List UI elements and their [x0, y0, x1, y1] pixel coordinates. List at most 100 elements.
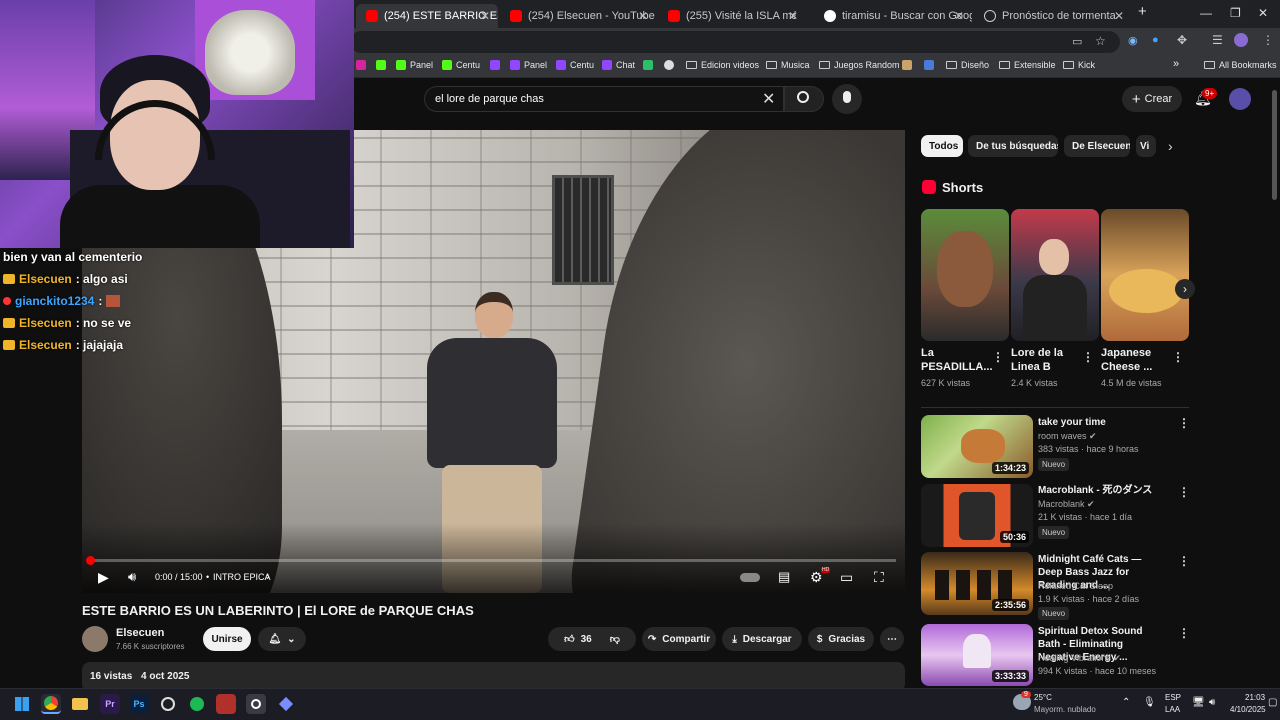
- close-icon[interactable]: ✕: [1114, 9, 1124, 23]
- chip-from-searches[interactable]: De tus búsquedas: [968, 135, 1058, 157]
- channel-name[interactable]: Macroblank ✔: [1038, 499, 1095, 510]
- autoplay-toggle[interactable]: [740, 573, 760, 582]
- chip-more[interactable]: Vi: [1136, 135, 1156, 157]
- minimize-icon[interactable]: —: [1200, 6, 1212, 20]
- volume-icon[interactable]: 🔊︎: [128, 569, 136, 585]
- twitch-icon[interactable]: [490, 60, 500, 70]
- theater-mode-icon[interactable]: ▭: [840, 569, 853, 585]
- chevron-right-icon[interactable]: ›: [1168, 138, 1173, 154]
- progress-bar[interactable]: [90, 559, 896, 562]
- shorts-next-button[interactable]: ›: [1175, 279, 1195, 299]
- more-options-icon[interactable]: ⋮: [1178, 485, 1190, 499]
- channel-name[interactable]: Elsecuen: [116, 627, 164, 639]
- folder-juegos-random[interactable]: Juegos Random: [819, 60, 900, 70]
- tab-channel[interactable]: (254) Elsecuen - YouTube ✕: [500, 4, 656, 28]
- clock-time[interactable]: 21:03: [1245, 693, 1265, 702]
- microphone-icon[interactable]: 🎙︎: [1143, 697, 1156, 708]
- video-title[interactable]: Macroblank - 死のダンス: [1038, 484, 1166, 497]
- voice-search-button[interactable]: [832, 84, 862, 114]
- page-scrollbar[interactable]: [1272, 90, 1277, 200]
- app-icon[interactable]: [276, 694, 296, 714]
- more-options-icon[interactable]: ⋮: [1178, 554, 1190, 568]
- video-thumbnail[interactable]: 2:35:56: [921, 552, 1033, 615]
- clear-search-icon[interactable]: ✕: [762, 89, 775, 109]
- new-tab-button[interactable]: +: [1138, 3, 1147, 20]
- folder-diseno[interactable]: Diseño: [946, 60, 989, 70]
- kick-icon[interactable]: [376, 60, 386, 70]
- share-button[interactable]: ↷ Compartir: [642, 627, 716, 651]
- more-options-icon[interactable]: ⋮: [1172, 350, 1184, 364]
- fullscreen-icon[interactable]: ⛶: [874, 569, 884, 585]
- channel-avatar[interactable]: [82, 626, 108, 652]
- chevron-right-icon[interactable]: ›: [266, 569, 270, 585]
- close-window-icon[interactable]: ✕: [1258, 6, 1268, 20]
- cast-icon[interactable]: ▭: [1072, 35, 1082, 48]
- restore-icon[interactable]: ❐: [1230, 6, 1241, 20]
- chip-from-channel[interactable]: De Elsecuen: [1064, 135, 1130, 157]
- extension-icon[interactable]: ●: [1152, 34, 1159, 46]
- close-icon[interactable]: ✕: [480, 9, 490, 23]
- volume-icon[interactable]: 🔊︎: [1209, 697, 1215, 708]
- bookmark-panel-2[interactable]: Panel: [510, 60, 547, 70]
- chip-all[interactable]: Todos: [921, 135, 963, 157]
- short-thumbnail[interactable]: [1011, 209, 1099, 341]
- search-button[interactable]: [784, 86, 824, 112]
- instagram-icon[interactable]: [356, 60, 366, 70]
- sidepanel-icon[interactable]: ☰: [1212, 33, 1223, 47]
- puzzle-icon[interactable]: ✥: [1177, 33, 1187, 47]
- address-bar[interactable]: [350, 31, 1120, 53]
- close-icon[interactable]: ✕: [788, 9, 798, 23]
- more-bookmarks-button[interactable]: »: [1173, 58, 1179, 70]
- bookmark-centu-2[interactable]: Centu: [556, 60, 594, 70]
- tab-isla[interactable]: (255) Visité la ISLA más PAR ✕: [658, 4, 806, 28]
- menu-icon[interactable]: ⋮: [1262, 33, 1274, 47]
- close-icon[interactable]: ✕: [954, 9, 964, 23]
- app-icon[interactable]: [246, 694, 266, 714]
- all-bookmarks[interactable]: All Bookmarks: [1204, 60, 1277, 70]
- download-button[interactable]: ⤓ Descargar: [722, 627, 802, 651]
- tab-video[interactable]: (254) ESTE BARRIO ES UN LABERINTO ✕: [356, 4, 498, 28]
- channel-name[interactable]: Relaxed Cat Sleep: [1038, 581, 1113, 591]
- short-title[interactable]: La PESADILLA...: [921, 346, 993, 374]
- close-icon[interactable]: ✕: [638, 9, 648, 23]
- input-language[interactable]: ESP: [1165, 693, 1181, 702]
- more-options-icon[interactable]: ⋮: [1082, 350, 1094, 364]
- chapter-label[interactable]: INTRO EPICA: [213, 569, 271, 585]
- chrome-icon[interactable]: [41, 694, 61, 714]
- scrubber-handle[interactable]: [86, 556, 95, 565]
- more-actions-button[interactable]: ⋯: [880, 627, 904, 651]
- file-explorer-icon[interactable]: [70, 694, 90, 714]
- video-thumbnail[interactable]: 3:33:33: [921, 624, 1033, 686]
- bookmark-panel[interactable]: Panel: [396, 60, 433, 70]
- folder-musica[interactable]: Musica: [766, 60, 810, 70]
- bookmark-star-icon[interactable]: ☆: [1095, 34, 1106, 48]
- thanks-button[interactable]: $ Gracias: [808, 627, 874, 651]
- discord-icon[interactable]: [664, 60, 674, 70]
- windows-start-icon[interactable]: [12, 694, 32, 714]
- notification-center-icon[interactable]: ▢: [1268, 697, 1277, 708]
- cat-icon[interactable]: [902, 60, 912, 70]
- channel-name[interactable]: room waves ✔: [1038, 431, 1097, 442]
- folder-kick[interactable]: Kick: [1063, 60, 1095, 70]
- spotify-icon[interactable]: [187, 694, 207, 714]
- tab-weather[interactable]: Pronóstico de tormenta ✕: [974, 4, 1132, 28]
- video-title[interactable]: take your time: [1038, 416, 1166, 429]
- short-thumbnail[interactable]: [921, 209, 1009, 341]
- account-avatar[interactable]: [1229, 88, 1251, 110]
- more-options-icon[interactable]: ⋮: [992, 350, 1004, 364]
- short-thumbnail[interactable]: [1101, 209, 1189, 341]
- short-title[interactable]: Japanese Cheese ...: [1101, 346, 1171, 374]
- extension-icon[interactable]: ◉: [1128, 34, 1138, 47]
- folder-edicion-videos[interactable]: Edicion videos: [686, 60, 759, 70]
- play-icon[interactable]: ▶: [98, 569, 109, 585]
- bookmark-chat[interactable]: Chat: [602, 60, 635, 70]
- photoshop-icon[interactable]: Ps: [129, 694, 149, 714]
- profile-avatar[interactable]: [1234, 33, 1248, 47]
- more-options-icon[interactable]: ⋮: [1178, 416, 1190, 430]
- join-button[interactable]: Unirse: [203, 627, 251, 651]
- obs-icon[interactable]: [158, 694, 178, 714]
- more-options-icon[interactable]: ⋮: [1178, 626, 1190, 640]
- network-icon[interactable]: 🖥︎: [1192, 697, 1205, 708]
- channel-name[interactable]: Healing Vibrations ✔: [1038, 653, 1121, 664]
- video-thumbnail[interactable]: 50:36: [921, 484, 1033, 547]
